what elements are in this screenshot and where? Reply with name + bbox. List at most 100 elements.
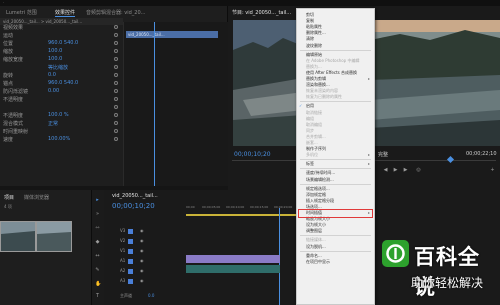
track-target-toggle[interactable] xyxy=(128,249,133,254)
reset-parameter-icon[interactable] xyxy=(114,25,118,29)
toggle-output-icon[interactable]: ◉ xyxy=(140,278,144,283)
track-target-toggle[interactable] xyxy=(128,239,133,244)
property-label: 旋转 xyxy=(3,73,14,79)
tab-effect-controls[interactable]: 效果控件 xyxy=(55,9,76,17)
reset-parameter-icon[interactable] xyxy=(114,105,118,109)
track-target-toggle[interactable] xyxy=(128,279,133,284)
reset-parameter-icon[interactable] xyxy=(114,129,118,133)
context-menu-item: 合并剪辑... xyxy=(306,133,326,139)
ruler-label-1: 00;00;05;00 xyxy=(202,205,221,209)
property-label: 时间重映射 xyxy=(3,129,29,135)
reset-parameter-icon[interactable] xyxy=(114,97,118,101)
mini-timeline-playhead[interactable] xyxy=(154,22,155,186)
reset-parameter-icon[interactable] xyxy=(114,41,118,45)
video-frame-image-right xyxy=(370,20,500,146)
reset-parameter-icon[interactable] xyxy=(114,65,118,69)
tab-lumetri-scopes[interactable]: Lumetri 范围 xyxy=(6,9,37,16)
export-frame-icon[interactable]: ◎ xyxy=(416,168,421,173)
toggle-output-icon[interactable]: ◉ xyxy=(140,238,144,243)
track-select-tool-icon[interactable]: » xyxy=(95,212,100,217)
context-menu-item[interactable]: 在项目中显示 xyxy=(306,259,330,265)
track-target-toggle[interactable] xyxy=(128,269,133,274)
property-value[interactable]: 0.00 xyxy=(48,88,59,94)
add-button-icon[interactable]: + xyxy=(490,168,495,173)
reset-parameter-icon[interactable] xyxy=(114,137,118,141)
toggle-output-icon[interactable]: ◉ xyxy=(140,268,144,273)
timeline-timecode[interactable]: 00;00;10;20 xyxy=(112,202,155,210)
fit-dropdown[interactable]: 完整 xyxy=(378,151,388,158)
reset-parameter-icon[interactable] xyxy=(114,73,118,77)
context-menu-item[interactable]: 插入帧定格分段 xyxy=(306,198,334,204)
context-menu-item[interactable]: 帧定格选项... xyxy=(306,186,330,192)
program-video-frame-right xyxy=(370,20,500,146)
property-value[interactable]: 960.0 540.0 xyxy=(48,80,78,86)
property-value[interactable]: 等比缩放 xyxy=(48,64,68,71)
reset-parameter-icon[interactable] xyxy=(114,57,118,61)
type-tool-icon[interactable]: T xyxy=(95,294,100,299)
tab-program[interactable]: 节目: vid_20050..._tail... xyxy=(232,9,291,16)
track-target-toggle[interactable] xyxy=(128,259,133,264)
property-value[interactable]: 0.0 xyxy=(48,72,56,78)
project-thumbnail-1[interactable] xyxy=(0,221,36,252)
context-menu-item[interactable]: 场景编辑检测... xyxy=(306,177,334,183)
effect-controls-clip[interactable]: vid_20050..._tail... xyxy=(126,31,218,38)
effect-controls-mini-timeline xyxy=(123,22,228,186)
context-menu-item[interactable]: 使用 After Effects 合成替换 xyxy=(306,70,357,76)
reset-parameter-icon[interactable] xyxy=(114,113,118,117)
step-back-icon[interactable]: ◀ xyxy=(383,168,388,173)
reset-parameter-icon[interactable] xyxy=(114,89,118,93)
toggle-output-icon[interactable]: ◉ xyxy=(140,258,144,263)
reset-parameter-icon[interactable] xyxy=(114,121,118,125)
context-menu-item: 替换为... xyxy=(306,63,322,69)
toggle-output-icon[interactable]: ◉ xyxy=(140,248,144,253)
reset-parameter-icon[interactable] xyxy=(114,33,118,37)
context-menu-item[interactable]: 编辑原始 xyxy=(306,52,322,58)
context-menu-item[interactable]: 设为脱机... xyxy=(306,244,326,250)
program-playhead[interactable] xyxy=(446,155,455,164)
checkmark-icon: ✓ xyxy=(299,103,303,109)
context-menu-item[interactable]: 重命名... xyxy=(306,253,322,259)
slip-tool-icon[interactable]: ↔ xyxy=(95,254,100,259)
ruler-label-4: 00;00;20;00 xyxy=(274,205,293,209)
property-value[interactable]: 100.0 xyxy=(48,56,62,62)
tab-project[interactable]: 项目 xyxy=(4,194,14,201)
context-menu-item: 多机位 xyxy=(306,152,318,158)
master-track-value[interactable]: 0.0 xyxy=(148,293,154,298)
razor-tool-icon[interactable]: ◆ xyxy=(95,240,100,245)
reset-parameter-icon[interactable] xyxy=(114,49,118,53)
property-label: 缩放宽度 xyxy=(3,57,24,63)
track-header: A3 ◉ xyxy=(104,278,264,285)
tab-audio-clip-mixer[interactable]: 音频剪辑混合器: vid_20... xyxy=(86,9,145,16)
toggle-output-icon[interactable]: ◉ xyxy=(140,228,144,233)
property-value[interactable]: 正常 xyxy=(48,120,58,127)
video-clip-v1[interactable] xyxy=(186,255,280,263)
tab-media-browser[interactable]: 媒体浏览器 xyxy=(24,194,49,201)
property-value[interactable]: 100.0 % xyxy=(48,112,69,118)
hand-tool-icon[interactable]: ✋ xyxy=(95,282,101,287)
selection-tool-icon[interactable]: ▸ xyxy=(95,198,100,203)
tab-sequence[interactable]: vid_20050..._tail... xyxy=(112,193,158,199)
play-icon[interactable]: ▶ xyxy=(393,168,398,173)
pen-tool-icon[interactable]: ✎ xyxy=(95,268,100,273)
context-menu-item[interactable]: 添加帧定格 xyxy=(306,192,326,198)
context-menu-item[interactable]: 调整图层 xyxy=(306,228,322,234)
menu-separator xyxy=(300,183,371,185)
program-timecode[interactable]: 00;00;10;20 xyxy=(234,151,271,158)
property-value[interactable]: 100.00% xyxy=(48,136,70,142)
track-name: V2 xyxy=(120,238,126,243)
menu-item-file[interactable]: · xyxy=(3,0,4,5)
context-menu-item[interactable]: 波纹删除 xyxy=(306,43,322,49)
project-thumbnail-2[interactable] xyxy=(36,221,72,252)
context-menu-item[interactable]: 速度/持续时间... xyxy=(306,170,335,176)
reset-parameter-icon[interactable] xyxy=(114,81,118,85)
context-menu-item[interactable]: 清除 xyxy=(306,36,314,42)
property-value[interactable]: 100.0 xyxy=(48,48,62,54)
context-menu-item[interactable]: 标签 xyxy=(306,161,314,167)
track-target-toggle[interactable] xyxy=(128,229,133,234)
property-value[interactable]: 960.0 540.0 xyxy=(48,40,78,46)
property-label: 运动 xyxy=(3,33,14,39)
step-forward-icon[interactable]: ▶ xyxy=(403,168,408,173)
ripple-edit-tool-icon[interactable]: ⇿ xyxy=(95,226,100,231)
context-menu-item[interactable]: 启用 xyxy=(306,103,314,109)
audio-clip-a1[interactable] xyxy=(186,265,280,273)
